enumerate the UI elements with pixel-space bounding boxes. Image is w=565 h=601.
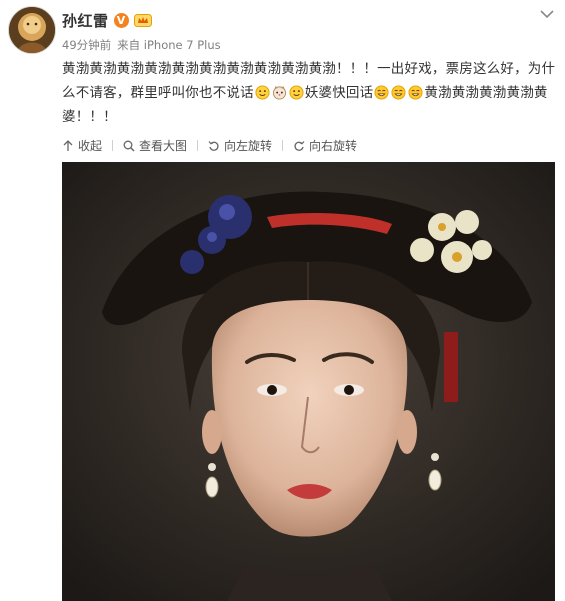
rotate-left-button[interactable]: 向左旋转 [208, 137, 272, 154]
toolbar-divider [112, 140, 114, 151]
username[interactable]: 孙红雷 [62, 10, 109, 31]
verified-badge-icon: V [113, 12, 129, 28]
post-time[interactable]: 49分钟前 [62, 37, 111, 53]
magnifier-icon [123, 140, 135, 152]
chevron-down-icon[interactable] [539, 8, 555, 20]
toolbar-divider [197, 140, 199, 151]
smiley-emoji-icon [289, 85, 304, 100]
toolbar-divider [282, 140, 284, 151]
view-large-button[interactable]: 查看大图 [123, 137, 187, 154]
weibo-post: 孙红雷 V 49分钟前 来自 iPhone 7 Plus 黄渤黄渤黄渤黄渤黄渤黄… [0, 0, 565, 601]
post-source: 来自 iPhone 7 Plus [117, 38, 221, 52]
member-crown-icon[interactable] [133, 13, 152, 28]
view-large-label: 查看大图 [139, 139, 188, 153]
portrait-photo [62, 162, 555, 601]
name-row: 孙红雷 V [62, 10, 152, 30]
rotate-left-icon [208, 140, 219, 151]
rotate-right-icon [294, 140, 305, 151]
grin-emoji-icon [408, 85, 423, 100]
avatar-icon [9, 7, 55, 53]
post-meta: 49分钟前 来自 iPhone 7 Plus [62, 37, 221, 53]
grin-emoji-icon [391, 85, 406, 100]
rotate-right-button[interactable]: 向右旋转 [293, 137, 357, 154]
post-image[interactable] [62, 162, 555, 601]
grin-emoji-icon [374, 85, 389, 100]
post-text: 黄渤黄渤黄渤黄渤黄渤黄渤黄渤黄渤黄渤黄渤！！！一出好戏，票房这么好，为什么不请客… [62, 57, 557, 129]
collapse-label: 收起 [78, 139, 103, 153]
arrow-up-icon [63, 139, 73, 151]
collapse-button[interactable]: 收起 [62, 137, 102, 154]
post-text-part2: 妖婆快回话 [304, 85, 374, 101]
rotate-right-label: 向右旋转 [309, 139, 358, 153]
cat-emoji-icon [272, 85, 286, 100]
image-toolbar: 收起 查看大图 向左旋转 向右旋转 [62, 137, 357, 154]
smiley-emoji-icon [255, 85, 270, 100]
rotate-left-label: 向左旋转 [224, 139, 273, 153]
avatar[interactable] [8, 6, 56, 54]
